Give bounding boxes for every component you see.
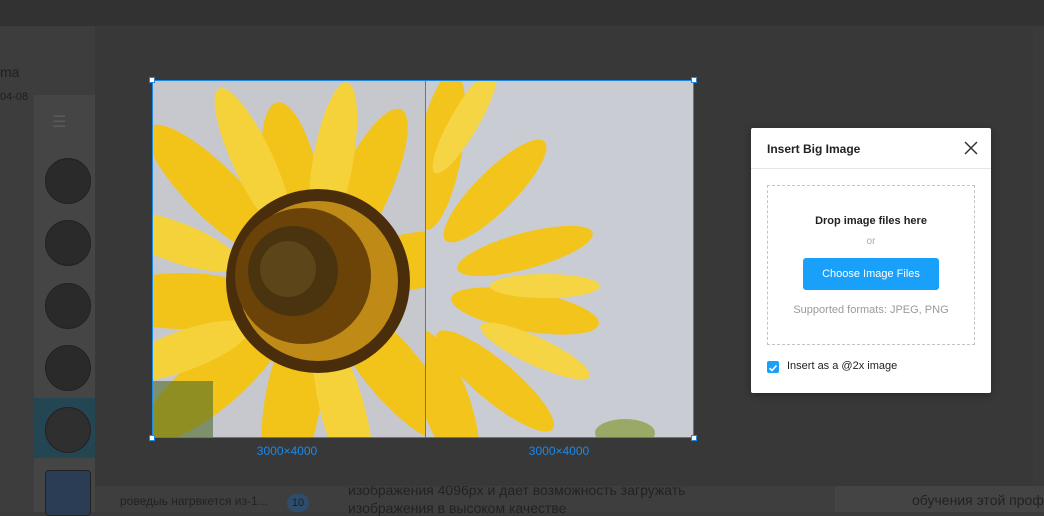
right-panel-text: обучения этой проф	[912, 492, 1044, 508]
supported-formats-text: Supported formats: JPEG, PNG	[793, 304, 949, 316]
checkmark-icon	[768, 364, 778, 372]
insert-big-image-dialog: Insert Big Image Drop image files here o…	[751, 128, 991, 393]
avatar[interactable]	[45, 407, 91, 453]
chat-preview-text: роведыь нагрвкется из-1...	[120, 494, 268, 508]
drop-zone[interactable]: Drop image files here or Choose Image Fi…	[767, 185, 975, 345]
avatar[interactable]	[45, 283, 91, 329]
choose-image-files-button[interactable]: Choose Image Files	[803, 258, 939, 290]
dialog-divider	[751, 168, 991, 169]
menu-icon[interactable]: ☰	[52, 115, 70, 131]
drop-zone-title: Drop image files here	[815, 215, 927, 227]
background-title: ma	[0, 64, 20, 80]
avatar[interactable]	[45, 345, 91, 391]
image-dimensions-left: 3000×4000	[256, 444, 318, 458]
image-preview[interactable]	[152, 80, 694, 438]
message-text-line: изображения в высоком качестве	[348, 500, 567, 516]
app-topbar	[0, 0, 1044, 26]
resize-handle-bottom-left[interactable]	[149, 435, 155, 441]
split-guide-line	[425, 81, 426, 437]
unread-badge: 10	[287, 494, 309, 512]
dialog-title: Insert Big Image	[767, 142, 861, 156]
resize-handle-top-right[interactable]	[691, 77, 697, 83]
insert-2x-label[interactable]: Insert as a @2x image	[787, 360, 897, 372]
drop-zone-or: or	[866, 236, 876, 247]
image-half-right	[410, 81, 693, 437]
resize-handle-bottom-right[interactable]	[691, 435, 697, 441]
avatar[interactable]	[45, 158, 91, 204]
resize-handle-top-left[interactable]	[149, 77, 155, 83]
close-icon[interactable]	[963, 140, 979, 156]
image-half-left	[153, 81, 483, 437]
insert-2x-checkbox[interactable]	[767, 361, 779, 373]
background-date: 04-08	[0, 91, 29, 103]
avatar[interactable]	[45, 470, 91, 516]
avatar[interactable]	[45, 220, 91, 266]
image-dimensions-right: 3000×4000	[528, 444, 590, 458]
